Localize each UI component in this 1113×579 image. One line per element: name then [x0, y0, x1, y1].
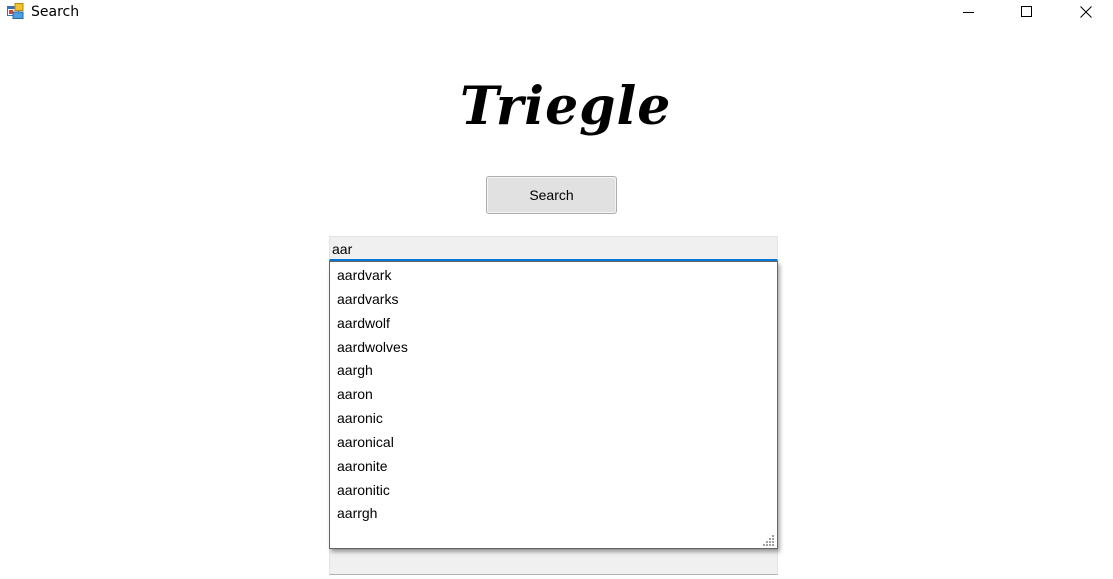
title-bar: Search: [0, 0, 1113, 24]
suggestion-item[interactable]: aaronitic: [330, 479, 777, 503]
search-input[interactable]: [329, 236, 778, 261]
autocomplete-dropdown: aardvark aardvarks aardwolf aardwolves a…: [329, 261, 778, 549]
suggestion-item[interactable]: aaron: [330, 383, 777, 407]
resize-grip-icon[interactable]: [763, 534, 775, 546]
suggestion-item[interactable]: aarrgh: [330, 502, 777, 526]
suggestion-item[interactable]: aaronic: [330, 407, 777, 431]
close-icon: [1080, 6, 1092, 18]
app-logo: Triegle: [460, 76, 672, 137]
app-window-icon: [7, 3, 24, 19]
search-window: Search Triegle Search aardvark aardvarks: [0, 0, 1113, 579]
minimize-icon: [963, 12, 974, 13]
suggestion-list: aardvark aardvarks aardwolf aardwolves a…: [330, 262, 777, 526]
maximize-icon: [1021, 6, 1032, 17]
suggestion-item[interactable]: aaronical: [330, 431, 777, 455]
minimize-button[interactable]: [946, 0, 992, 24]
maximize-button[interactable]: [1004, 0, 1050, 24]
search-button[interactable]: Search: [486, 176, 617, 214]
suggestion-item[interactable]: aardwolf: [330, 312, 777, 336]
suggestion-item[interactable]: aargh: [330, 359, 777, 383]
suggestion-item[interactable]: aardvark: [330, 264, 777, 288]
results-field[interactable]: [329, 549, 778, 575]
close-button[interactable]: [1063, 0, 1109, 24]
suggestion-item[interactable]: aardwolves: [330, 336, 777, 360]
suggestion-item[interactable]: aardvarks: [330, 288, 777, 312]
suggestion-item[interactable]: aaronite: [330, 455, 777, 479]
window-title: Search: [31, 4, 80, 20]
